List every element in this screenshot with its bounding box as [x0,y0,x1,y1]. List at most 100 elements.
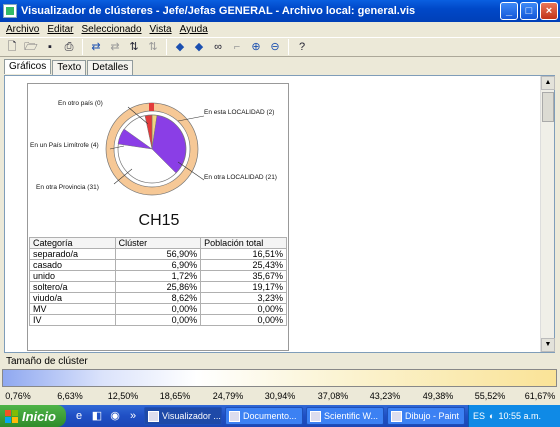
binoculars-icon[interactable]: ∞ [210,39,226,55]
view-tabs: Gráficos Texto Detalles [4,59,134,75]
cell-cluster: 0,00% [114,314,202,326]
maximize-button[interactable]: □ [520,2,538,20]
col-poblacion-total[interactable]: Población total [200,237,287,249]
save-icon[interactable]: ▪ [42,39,58,55]
start-label: Inicio [22,408,56,424]
window-title: Visualizador de clústeres - Jefe/Jefas G… [21,5,416,17]
app-task-icon [148,410,159,422]
sort-dim-icon[interactable]: ⇅ [145,39,161,55]
tab-texto[interactable]: Texto [52,60,87,75]
tab-graficos[interactable]: Gráficos [4,59,52,74]
toolbar-separator [82,39,83,55]
size-tick: 24,79% [212,391,244,401]
toolbar-separator [288,39,289,55]
cell-cluster: 8,62% [114,292,202,304]
table-row: separado/a 56,90% 16,51% [29,248,287,260]
table-row: unido 1,72% 35,67% [29,270,287,282]
menu-seleccionado[interactable]: Seleccionado [81,24,141,35]
title-bar: Visualizador de clústeres - Jefe/Jefas G… [0,0,560,22]
select-icon[interactable]: ⌐ [229,39,245,55]
zoom-out-icon[interactable]: ⊖ [267,39,283,55]
cluster-panel[interactable]: En otro país (0) En esta LOCALIDAD (2) E… [27,83,289,351]
category-table: Categoría Clúster Población total separa… [29,237,287,326]
sort-icon[interactable]: ⇅ [126,39,142,55]
task-label: Scientific W... [324,411,379,421]
paint-icon [391,410,402,422]
task-scientific[interactable]: Scientific W... [306,407,384,425]
size-legend-label: Tamaño de clúster [6,356,88,367]
arrow-left-icon[interactable]: ◆ [172,39,188,55]
media-icon[interactable]: ◉ [108,409,122,423]
menu-vista[interactable]: Vista [150,24,172,35]
size-tick: 55,52% [474,391,506,401]
size-tick: 12,50% [107,391,139,401]
clock[interactable]: 10:55 a.m. [498,411,541,421]
system-tray: ES ◐ 10:55 a.m. [468,405,560,427]
scroll-up-icon[interactable]: ▲ [541,76,555,90]
word-icon [229,410,240,422]
outer-segment-red [149,103,154,111]
callout-pais-limitrofe: En un País Limítrofe (4) [30,142,99,149]
print-icon[interactable]: ⎙ [61,39,77,55]
app-icon [3,4,17,18]
cell-categoria: casado [29,259,116,271]
callout-otra-provincia: En otra Provincia (31) [36,184,99,191]
open-icon[interactable]: 🗁 [23,39,39,55]
desktop-icon[interactable]: ◧ [90,409,104,423]
task-documento[interactable]: Documento... [225,407,303,425]
size-tick: 61,67% [524,391,556,401]
menu-editar[interactable]: Editar [47,24,73,35]
toolbar: 🗋 🗁 ▪ ⎙ ⇄ ⇄ ⇅ ⇅ ◆ ◆ ∞ ⌐ ⊕ ⊖ ? [0,37,560,57]
cell-categoria: viudo/a [29,292,116,304]
task-visualizador[interactable]: Visualizador ... [144,407,222,425]
cell-categoria: IV [29,314,116,326]
scroll-down-icon[interactable]: ▼ [541,338,555,352]
cell-cluster: 0,00% [114,303,202,315]
cell-categoria: MV [29,303,116,315]
table-row: MV 0,00% 0,00% [29,303,287,315]
cell-cluster: 1,72% [114,270,202,282]
menu-archivo[interactable]: Archivo [6,24,39,35]
table-row: IV 0,00% 0,00% [29,314,287,326]
menu-ayuda[interactable]: Ayuda [180,24,208,35]
col-cluster[interactable]: Clúster [114,237,202,249]
table-row: casado 6,90% 25,43% [29,259,287,271]
window-controls: _ □ × [500,2,558,20]
cell-cluster: 25,86% [114,281,202,293]
cell-cluster: 6,90% [114,259,202,271]
swap-icon[interactable]: ⇄ [88,39,104,55]
table-header-row: Categoría Clúster Población total [29,237,287,249]
ie-icon[interactable]: e [72,409,86,423]
cell-poblacion: 19,17% [200,281,287,293]
cell-cluster: 56,90% [114,248,202,260]
cluster-ring-chart: En otro país (0) En esta LOCALIDAD (2) E… [30,100,277,196]
chevron-right-icon[interactable]: » [126,409,140,423]
vertical-scrollbar[interactable]: ▲ ▼ [540,76,555,352]
cell-poblacion: 0,00% [200,303,287,315]
minimize-button[interactable]: _ [500,2,518,20]
network-icon[interactable]: ◐ [489,411,494,421]
size-tick: 18,65% [159,391,191,401]
new-icon[interactable]: 🗋 [4,39,20,55]
size-tick: 43,23% [369,391,401,401]
callout-esta-localidad: En esta LOCALIDAD (2) [204,109,274,116]
scroll-thumb[interactable] [542,92,554,122]
tab-detalles[interactable]: Detalles [87,60,134,75]
cluster-name: CH15 [138,212,180,229]
language-indicator[interactable]: ES [473,411,485,421]
cell-poblacion: 25,43% [200,259,287,271]
close-button[interactable]: × [540,2,558,20]
size-tick: 30,94% [264,391,296,401]
callout-otra-localidad: En otra LOCALIDAD (21) [204,174,277,181]
zoom-in-icon[interactable]: ⊕ [248,39,264,55]
quick-launch: e ◧ ◉ » [72,409,140,423]
size-tick-labels: 0,76% 6,63% 12,50% 18,65% 24,79% 30,94% … [0,391,560,403]
task-paint[interactable]: Dibujo - Paint [387,407,465,425]
help-icon[interactable]: ? [294,39,310,55]
arrow-right-icon[interactable]: ◆ [191,39,207,55]
swap-dim-icon[interactable]: ⇄ [107,39,123,55]
start-button[interactable]: Inicio [0,405,66,427]
task-label: Documento... [243,411,297,421]
windows-flag-icon [5,409,18,423]
col-categoria[interactable]: Categoría [29,237,116,249]
